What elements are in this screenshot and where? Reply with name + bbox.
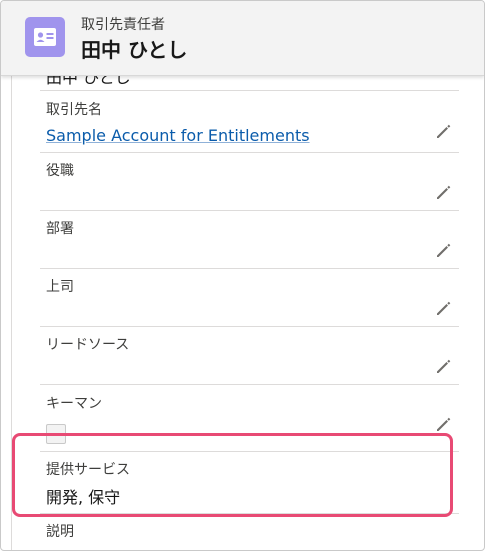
field-lead-source: リードソース	[40, 326, 459, 385]
field-label: 説明	[46, 524, 74, 540]
field-account-name: 取引先名 Sample Account for Entitlements	[40, 90, 459, 153]
pencil-edit-icon[interactable]	[435, 183, 453, 201]
pencil-edit-icon[interactable]	[435, 415, 453, 433]
field-label: リードソース	[46, 337, 130, 353]
field-list: 田中 ひとし 取引先名 Sample Account for Entitleme…	[11, 76, 484, 550]
pencil-edit-icon[interactable]	[435, 357, 453, 375]
contact-card-icon	[25, 17, 65, 57]
field-description: 説明	[40, 513, 459, 550]
pencil-edit-icon[interactable]	[435, 299, 453, 317]
key-person-checkbox[interactable]	[46, 424, 66, 444]
account-link[interactable]: Sample Account for Entitlements	[46, 126, 310, 145]
pencil-edit-icon[interactable]	[435, 241, 453, 259]
object-type-label: 取引先責任者	[81, 17, 165, 33]
field-department: 部署	[40, 210, 459, 269]
field-label: キーマン	[46, 396, 102, 412]
record-title: 田中 ひとし	[81, 38, 188, 62]
record-header: 取引先責任者 田中 ひとし	[1, 1, 484, 76]
field-title: 役職	[40, 152, 459, 211]
field-provided-services: 提供サービス 開発, 保守	[40, 451, 459, 514]
pencil-edit-icon[interactable]	[435, 122, 453, 140]
record-detail-panel: 取引先責任者 田中 ひとし 田中 ひとし 取引先名 Sample Account…	[0, 0, 485, 551]
field-label: 提供サービス	[46, 462, 130, 478]
field-label: 部署	[46, 221, 74, 237]
field-label: 取引先名	[46, 102, 102, 118]
field-label: 役職	[46, 163, 74, 179]
name-value-partial: 田中 ひとし	[46, 76, 131, 87]
field-key-person: キーマン	[40, 384, 459, 452]
name-field-partial: 田中 ひとし	[40, 76, 459, 91]
field-label: 上司	[46, 279, 74, 295]
provided-services-value: 開発, 保守	[46, 488, 121, 507]
field-manager: 上司	[40, 268, 459, 327]
